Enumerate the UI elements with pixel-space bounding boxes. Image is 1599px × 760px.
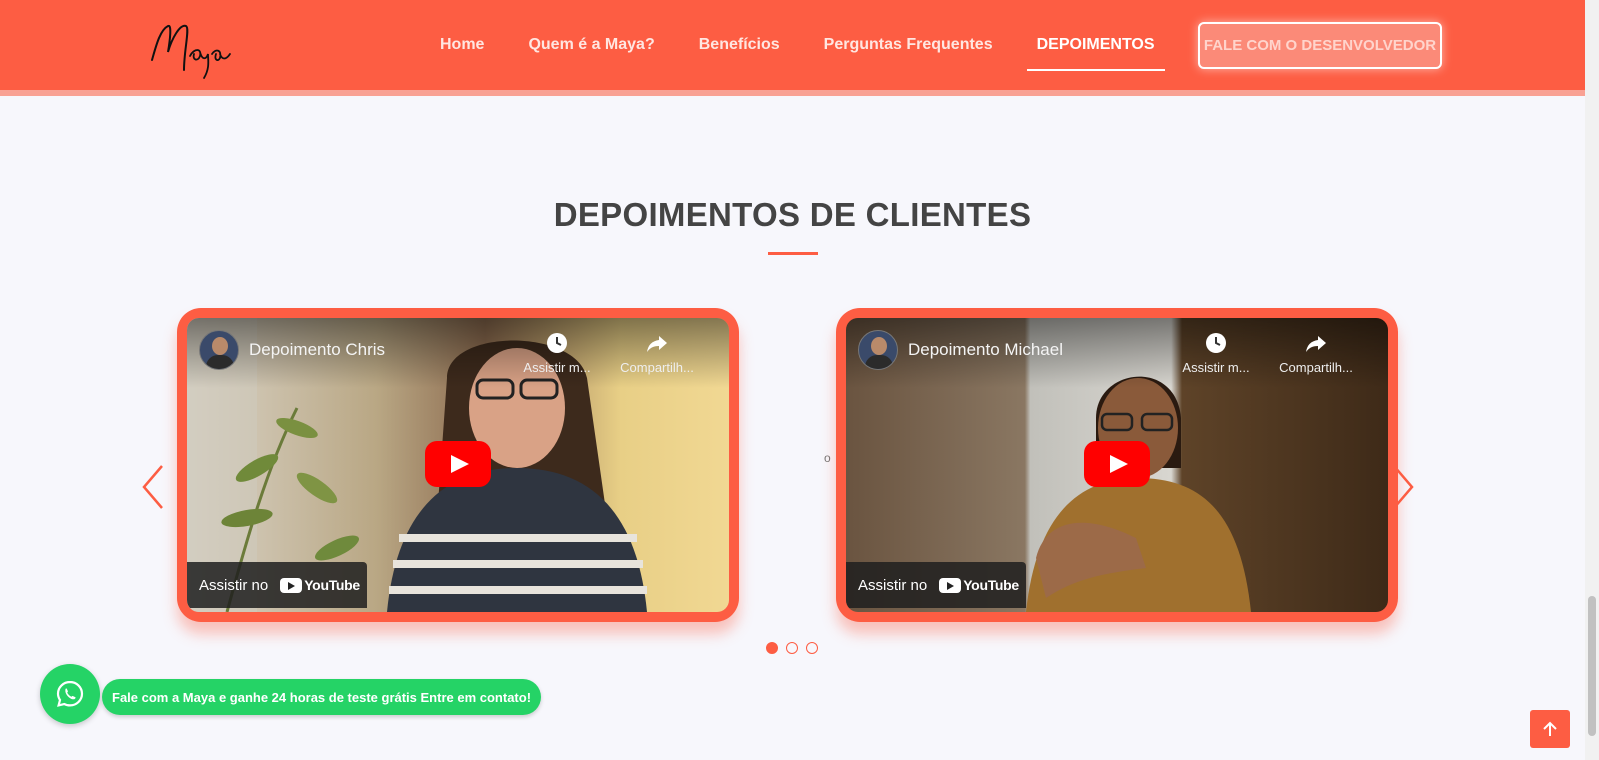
main-nav: Home Quem é a Maya? Benefícios Perguntas… — [440, 0, 1199, 90]
clock-icon — [547, 333, 567, 353]
whatsapp-button[interactable] — [40, 664, 100, 724]
watch-on-label: Assistir no — [858, 576, 928, 594]
share-icon — [1306, 336, 1326, 352]
section-title: DEPOIMENTOS DE CLIENTES — [553, 196, 1032, 233]
watch-on-youtube-button[interactable]: Assistir no YouTube — [846, 562, 1026, 608]
carousel-dot-2[interactable] — [786, 642, 798, 654]
youtube-video-player[interactable]: Depoimento Chris Assistir m... Compartil… — [187, 318, 729, 612]
youtube-wordmark: YouTube — [963, 577, 1019, 593]
share-button[interactable]: Compartilh... — [1274, 332, 1358, 375]
share-label: Compartilh... — [1279, 360, 1353, 375]
channel-avatar[interactable] — [199, 330, 239, 370]
site-header: Home Quem é a Maya? Benefícios Perguntas… — [0, 0, 1585, 96]
nav-quem-e-a-maya[interactable]: Quem é a Maya? — [528, 0, 654, 90]
whatsapp-icon — [56, 680, 84, 707]
title-underline — [768, 252, 818, 255]
back-to-top-button[interactable] — [1530, 710, 1570, 748]
nav-depoimentos[interactable]: DEPOIMENTOS — [1026, 0, 1165, 90]
channel-avatar[interactable] — [858, 330, 898, 370]
maya-logo[interactable] — [146, 16, 266, 80]
watch-later-label: Assistir m... — [523, 360, 591, 375]
watch-later-button[interactable]: Assistir m... — [1174, 332, 1258, 375]
share-icon — [647, 336, 667, 352]
whatsapp-promo-bubble[interactable]: Fale com a Maya e ganhe 24 horas de test… — [102, 679, 542, 715]
share-button[interactable]: Compartilh... — [615, 332, 699, 375]
clock-icon — [1206, 333, 1226, 353]
arrow-up-icon — [1543, 721, 1557, 736]
nav-home[interactable]: Home — [440, 0, 484, 90]
watch-later-button[interactable]: Assistir m... — [515, 332, 599, 375]
carousel-dot-1[interactable] — [766, 642, 778, 654]
youtube-video-player[interactable]: Depoimento Michael Assistir m... Compart… — [846, 318, 1388, 612]
watch-later-label: Assistir m... — [1182, 360, 1250, 375]
carousel-dot-3[interactable] — [806, 642, 818, 654]
play-button-icon[interactable] — [425, 441, 491, 487]
maya-logo-signature — [151, 24, 231, 79]
watch-on-label: Assistir no — [199, 576, 269, 594]
nav-beneficios[interactable]: Benefícios — [699, 0, 780, 90]
play-button-icon[interactable] — [1084, 441, 1150, 487]
stray-text: o — [824, 451, 831, 465]
video-title[interactable]: Depoimento Chris — [249, 340, 385, 360]
carousel-pagination — [766, 642, 818, 654]
testimonial-card: Depoimento Michael Assistir m... Compart… — [836, 308, 1398, 622]
scrollbar-thumb[interactable] — [1588, 596, 1596, 736]
page-scrollbar[interactable] — [1585, 0, 1599, 760]
contact-developer-button[interactable]: FALE COM O DESENVOLVEDOR — [1198, 22, 1442, 69]
youtube-logo-icon: YouTube — [280, 577, 360, 593]
nav-perguntas-frequentes[interactable]: Perguntas Frequentes — [824, 0, 993, 90]
watch-on-youtube-button[interactable]: Assistir no YouTube — [187, 562, 367, 608]
video-title[interactable]: Depoimento Michael — [908, 340, 1063, 360]
carousel-prev-arrow-icon[interactable] — [140, 464, 166, 510]
youtube-logo-icon: YouTube — [939, 577, 1019, 593]
youtube-wordmark: YouTube — [304, 577, 360, 593]
share-label: Compartilh... — [620, 360, 694, 375]
testimonial-card: Depoimento Chris Assistir m... Compartil… — [177, 308, 739, 622]
